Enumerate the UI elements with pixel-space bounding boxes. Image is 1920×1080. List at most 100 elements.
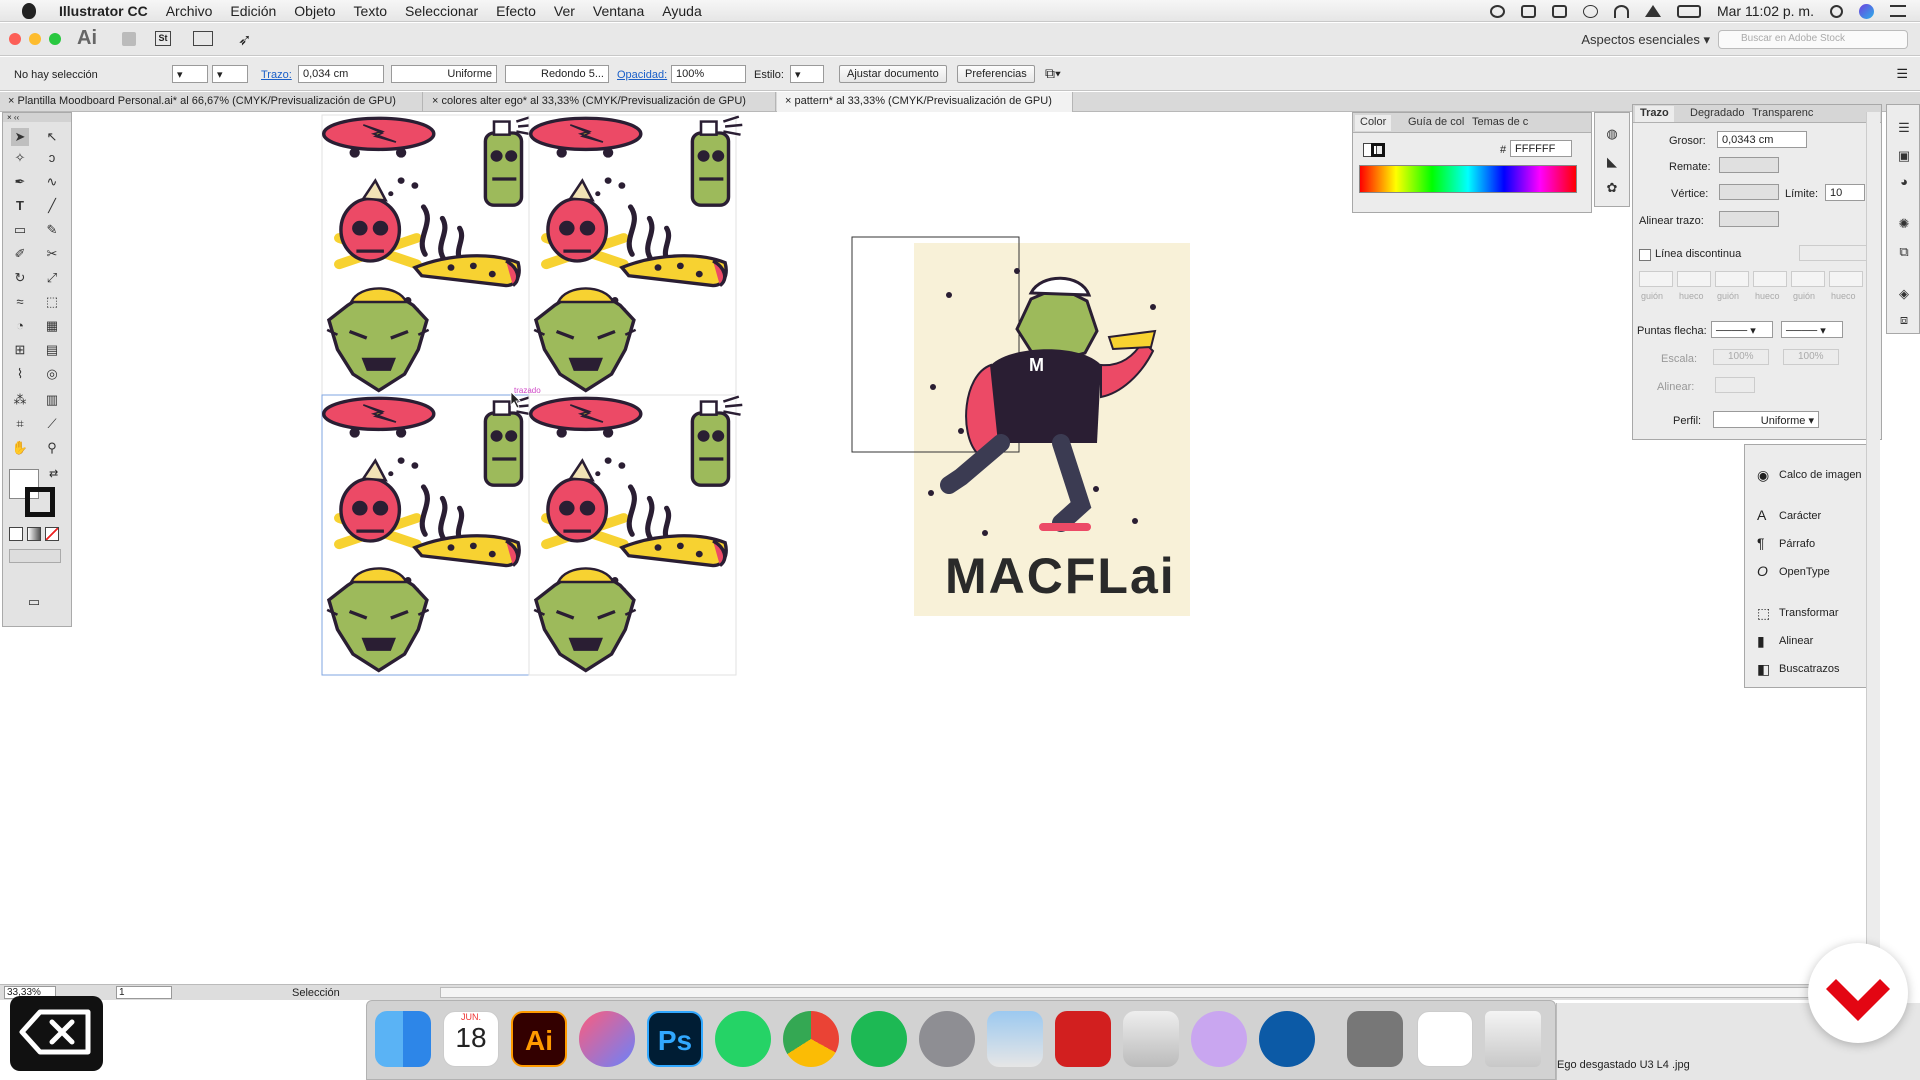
music-icon[interactable] <box>579 1011 635 1067</box>
brush-select[interactable]: Redondo 5... <box>505 65 609 83</box>
workspace-switcher[interactable]: Aspectos esenciales ▾ <box>1581 32 1710 48</box>
stroke-weight-field[interactable]: 0,034 cm <box>298 65 384 83</box>
style-swatch[interactable]: ▾ <box>790 65 824 83</box>
keynote-icon[interactable] <box>1123 1011 1179 1067</box>
trash-icon[interactable] <box>1485 1011 1541 1067</box>
record-icon[interactable] <box>1489 4 1505 18</box>
system-preferences-icon[interactable] <box>919 1011 975 1067</box>
finder-icon[interactable] <box>375 1011 431 1067</box>
quicktime-icon[interactable] <box>1259 1011 1315 1067</box>
appearance-icon[interactable]: ▣ <box>1895 147 1913 165</box>
tab-color[interactable]: Color <box>1355 115 1392 131</box>
panel-menu-icon[interactable]: ☰ <box>1896 66 1908 82</box>
tab-color-guide[interactable]: Guía de col <box>1403 115 1469 131</box>
wifi-icon[interactable] <box>1613 4 1629 18</box>
vertical-scrollbar[interactable] <box>1866 112 1880 984</box>
apple-icon[interactable] <box>22 2 36 19</box>
type-tool-icon[interactable]: T <box>11 197 29 215</box>
gpu-rocket-icon[interactable]: ➶ <box>238 30 251 50</box>
scissors-tool-icon[interactable]: ✂ <box>43 245 61 263</box>
tab-pattern[interactable]: × pattern* al 33,33% (CMYK/Previsualizac… <box>777 92 1073 112</box>
column-graph-tool-icon[interactable]: ▥ <box>43 391 61 409</box>
eyedropper-tool-icon[interactable]: ⌇ <box>11 365 29 383</box>
dashed-line-checkbox[interactable] <box>1639 249 1651 261</box>
menu-ayuda[interactable]: Ayuda <box>653 3 710 19</box>
end-scale-field[interactable]: 100% <box>1783 349 1839 365</box>
artboard-canvas[interactable]: M MACFLai trazado <box>1 113 1865 986</box>
dash-field[interactable] <box>1715 271 1749 287</box>
gradient-mode-icon[interactable] <box>27 527 41 541</box>
menu-seleccionar[interactable]: Seleccionar <box>396 3 487 19</box>
illustrator-dock-icon[interactable]: Ai <box>511 1011 567 1067</box>
dash-field[interactable] <box>1791 271 1825 287</box>
asset-export-icon[interactable]: ⧉ <box>1895 243 1913 261</box>
zoom-tool-icon[interactable]: ⚲ <box>43 439 61 457</box>
artboard-tool-icon[interactable]: ⌗ <box>11 415 29 433</box>
preferences-button[interactable]: Preferencias <box>957 65 1035 83</box>
chrome-icon[interactable] <box>783 1011 839 1067</box>
image-stack-icon[interactable] <box>1347 1011 1403 1067</box>
tab-moodboard[interactable]: × Plantilla Moodboard Personal.ai* al 66… <box>0 92 423 112</box>
end-arrowhead-select[interactable]: ──── ▾ <box>1781 321 1843 338</box>
gap-field[interactable] <box>1829 271 1863 287</box>
palette-icon[interactable]: ◍ <box>1603 125 1621 143</box>
minimize-window-icon[interactable] <box>29 33 41 45</box>
calendar-icon[interactable]: JUN. 18 <box>443 1011 499 1067</box>
stroke-color-icon[interactable] <box>25 487 55 517</box>
scale-tool-icon[interactable]: ⤢ <box>43 269 61 287</box>
menu-app-name[interactable]: Illustrator CC <box>50 3 157 19</box>
dash-field[interactable] <box>1639 271 1673 287</box>
screen-icon[interactable] <box>1520 4 1536 18</box>
menu-edicion[interactable]: Edición <box>221 3 285 19</box>
panel-item-align[interactable]: Alinear <box>1779 635 1813 647</box>
free-transform-tool-icon[interactable]: ⬚ <box>43 293 61 311</box>
screen-mode-icon[interactable]: ▭ <box>25 593 43 611</box>
bridge-icon[interactable] <box>122 32 136 46</box>
spotify-icon[interactable] <box>851 1011 907 1067</box>
draw-mode-icons[interactable] <box>9 549 61 563</box>
eject-icon[interactable] <box>1644 5 1661 17</box>
arrange-icon[interactable]: ⧉▾ <box>1045 65 1061 82</box>
siri-icon[interactable] <box>1859 3 1874 19</box>
perspective-grid-tool-icon[interactable]: ▦ <box>43 317 61 335</box>
opacity-label[interactable]: Opacidad: <box>617 69 667 81</box>
color-stroke-swatch[interactable] <box>1371 143 1385 157</box>
menu-efecto[interactable]: Efecto <box>487 3 545 19</box>
blend-tool-icon[interactable]: ◎ <box>43 365 61 383</box>
align-stroke-buttons[interactable] <box>1719 211 1779 227</box>
color-spectrum[interactable] <box>1359 165 1577 193</box>
panel-item-image-trace[interactable]: Calco de imagen <box>1779 469 1862 481</box>
tab-color-themes[interactable]: Temas de c <box>1467 115 1533 131</box>
clock[interactable]: Mar 11:02 p. m. <box>1717 3 1814 19</box>
menu-texto[interactable]: Texto <box>345 3 396 19</box>
tab-transparency[interactable]: Transparenc <box>1747 106 1818 122</box>
fill-swatch[interactable]: ▾ <box>172 65 208 83</box>
gradient-tool-icon[interactable]: ▤ <box>43 341 61 359</box>
libraries-icon[interactable]: ✺ <box>1895 215 1913 233</box>
properties-icon[interactable]: ☰ <box>1895 119 1913 137</box>
artboard-number-field[interactable]: 1 <box>116 986 172 999</box>
panel-item-transform[interactable]: Transformar <box>1779 607 1839 619</box>
podcasts-icon[interactable] <box>1191 1011 1247 1067</box>
fit-document-button[interactable]: Ajustar documento <box>839 65 947 83</box>
width-tool-icon[interactable]: ≈ <box>11 293 29 311</box>
horizontal-scrollbar[interactable] <box>440 987 1860 998</box>
menu-objeto[interactable]: Objeto <box>285 3 344 19</box>
panel-item-character[interactable]: Carácter <box>1779 510 1821 522</box>
hex-input[interactable]: FFFFFF <box>1510 140 1572 157</box>
photoshop-dock-icon[interactable]: Ps <box>647 1011 703 1067</box>
shaper-tool-icon[interactable]: ✐ <box>11 245 29 263</box>
acrobat-icon[interactable] <box>1055 1011 1111 1067</box>
panel-item-opentype[interactable]: OpenType <box>1779 566 1830 578</box>
tools-panel-grip[interactable]: × ‹‹ <box>3 113 71 122</box>
magic-wand-tool-icon[interactable]: ✧ <box>11 149 29 167</box>
finder-filename[interactable]: Ego desgastado U3 L4 .jpg <box>1557 1059 1690 1071</box>
curvature-tool-icon[interactable]: ∿ <box>43 173 61 191</box>
close-window-icon[interactable] <box>9 33 21 45</box>
direct-selection-tool-icon[interactable]: ↖ <box>43 128 61 146</box>
brush-panel-icon[interactable]: ◣ <box>1603 153 1621 171</box>
menu-archivo[interactable]: Archivo <box>157 3 222 19</box>
rotate-tool-icon[interactable]: ↻ <box>11 269 29 287</box>
line-tool-icon[interactable]: ╱ <box>43 197 61 215</box>
whatsapp-icon[interactable] <box>715 1011 771 1067</box>
